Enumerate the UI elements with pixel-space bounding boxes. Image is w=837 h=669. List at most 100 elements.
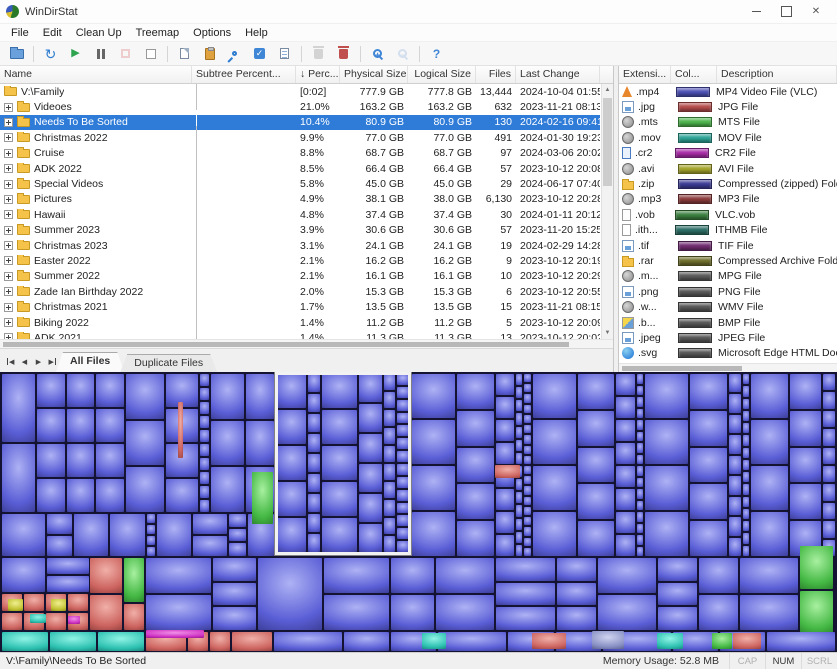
file-row[interactable]: Christmas 20211.7%13.5 GB13.5 GB152023-1… bbox=[0, 299, 600, 314]
treemap-cell[interactable] bbox=[637, 547, 643, 557]
treemap-cell[interactable] bbox=[67, 374, 95, 407]
treemap-cell[interactable] bbox=[616, 374, 634, 395]
treemap-cell[interactable] bbox=[200, 458, 209, 470]
treemap-cell[interactable] bbox=[412, 374, 455, 418]
treemap-cell[interactable] bbox=[210, 632, 230, 651]
extension-horizontal-scrollbar[interactable] bbox=[619, 363, 837, 372]
tab-duplicate-files[interactable]: Duplicate Files bbox=[120, 354, 217, 372]
treemap-cell[interactable] bbox=[645, 512, 688, 556]
treemap-cell[interactable] bbox=[637, 512, 643, 522]
treemap-cell[interactable] bbox=[658, 583, 697, 606]
treemap-cell[interactable] bbox=[516, 387, 522, 398]
expander-icon[interactable] bbox=[4, 180, 13, 189]
treemap-cell[interactable] bbox=[729, 394, 741, 412]
file-row[interactable]: ADK 20228.5%66.4 GB66.4 GB572023-10-12 2… bbox=[0, 161, 600, 176]
extension-row[interactable]: .jpgJPG File bbox=[619, 99, 837, 114]
file-row[interactable]: Easter 20222.1%16.2 GB16.2 GB92023-10-12… bbox=[0, 253, 600, 268]
treemap-cell[interactable] bbox=[516, 400, 522, 411]
treemap-cell[interactable] bbox=[146, 595, 211, 630]
treemap-cell[interactable] bbox=[823, 392, 835, 408]
treemap-cell[interactable] bbox=[767, 632, 835, 651]
treemap-cell[interactable] bbox=[200, 374, 209, 386]
treemap-cell[interactable] bbox=[2, 613, 22, 630]
treemap-cell[interactable] bbox=[516, 532, 522, 543]
expander-icon[interactable] bbox=[4, 256, 13, 265]
treemap-cell[interactable] bbox=[516, 519, 522, 530]
treemap-cell[interactable] bbox=[823, 466, 835, 482]
treemap-cell[interactable] bbox=[524, 405, 530, 413]
treemap-cell[interactable] bbox=[37, 444, 65, 477]
column-header-percent[interactable]: ↓ Perc... bbox=[296, 66, 340, 83]
treemap-cell[interactable] bbox=[823, 374, 835, 390]
treemap-cell[interactable] bbox=[524, 425, 530, 433]
extension-row[interactable]: .ith...ITHMB File bbox=[619, 223, 837, 238]
treemap-cell[interactable] bbox=[578, 521, 615, 556]
treemap-cell[interactable] bbox=[157, 514, 191, 556]
properties-button[interactable]: ✓ bbox=[248, 44, 271, 64]
treemap-cell[interactable] bbox=[823, 521, 835, 537]
treemap-cell[interactable] bbox=[166, 479, 199, 512]
treemap-cell[interactable] bbox=[96, 409, 124, 442]
treemap-cell[interactable] bbox=[743, 386, 749, 396]
treemap-view[interactable] bbox=[0, 372, 837, 652]
treemap-cell[interactable] bbox=[124, 604, 144, 630]
treemap-cell[interactable] bbox=[637, 443, 643, 453]
treemap-cell[interactable] bbox=[532, 633, 566, 649]
expander-icon[interactable] bbox=[4, 241, 13, 250]
treemap-cell[interactable] bbox=[657, 633, 683, 649]
scrollbar-thumb[interactable] bbox=[3, 342, 569, 347]
extension-row[interactable]: .m...MPG File bbox=[619, 269, 837, 284]
file-row[interactable]: Christmas 20233.1%24.1 GB24.1 GB192024-0… bbox=[0, 238, 600, 253]
treemap-cell[interactable] bbox=[637, 455, 643, 465]
treemap-cell[interactable] bbox=[258, 558, 323, 630]
treemap-cell[interactable] bbox=[690, 521, 727, 556]
treemap-cell[interactable] bbox=[2, 444, 35, 512]
treemap-cell[interactable] bbox=[616, 420, 634, 441]
treemap-cell[interactable] bbox=[743, 423, 749, 433]
treemap-cell[interactable] bbox=[637, 432, 643, 442]
treemap-cell[interactable] bbox=[729, 435, 741, 453]
treemap-cell[interactable] bbox=[743, 472, 749, 482]
treemap-cell[interactable] bbox=[690, 374, 727, 409]
expander-icon[interactable] bbox=[4, 195, 13, 204]
extension-row[interactable]: .rarCompressed Archive Folder bbox=[619, 253, 837, 268]
zoom-in-button[interactable]: + bbox=[366, 44, 389, 64]
treemap-cell[interactable] bbox=[790, 374, 821, 409]
treemap-cell[interactable] bbox=[790, 484, 821, 519]
ext-column-header-1[interactable]: Col... bbox=[671, 66, 717, 83]
treemap-cell[interactable] bbox=[743, 509, 749, 519]
treemap-cell[interactable] bbox=[658, 558, 697, 581]
extension-row[interactable]: .svgMicrosoft Edge HTML Docu... bbox=[619, 346, 837, 361]
treemap-cell[interactable] bbox=[743, 497, 749, 507]
treemap-cell[interactable] bbox=[457, 484, 494, 519]
treemap-cell[interactable] bbox=[178, 402, 183, 458]
scroll-up-icon[interactable]: ▲ bbox=[602, 84, 613, 96]
treemap-cell[interactable] bbox=[252, 472, 273, 524]
treemap-cell[interactable] bbox=[743, 460, 749, 470]
treemap-cell[interactable] bbox=[495, 465, 520, 478]
treemap-cell[interactable] bbox=[211, 467, 244, 512]
treemap-cell[interactable] bbox=[200, 486, 209, 498]
treemap-cell[interactable] bbox=[232, 632, 272, 651]
delete-permanently-button[interactable] bbox=[332, 44, 355, 64]
treemap-cell[interactable] bbox=[110, 514, 144, 556]
extension-row[interactable]: .pngPNG File bbox=[619, 284, 837, 299]
treemap-cell[interactable] bbox=[436, 595, 494, 630]
treemap-cell[interactable] bbox=[637, 524, 643, 534]
treemap-cell[interactable] bbox=[740, 595, 798, 630]
extension-row[interactable]: .b...BMP File bbox=[619, 315, 837, 330]
treemap-cell[interactable] bbox=[743, 546, 749, 556]
treemap-cell[interactable] bbox=[496, 489, 514, 510]
treemap-cell[interactable] bbox=[516, 545, 522, 556]
treemap-cell[interactable] bbox=[96, 374, 124, 407]
treemap-cell[interactable] bbox=[2, 632, 48, 651]
treemap-cell[interactable] bbox=[200, 402, 209, 414]
treemap-cell[interactable] bbox=[823, 503, 835, 519]
treemap-cell[interactable] bbox=[729, 497, 741, 515]
treemap-cell[interactable] bbox=[743, 399, 749, 409]
file-row[interactable]: Biking 20221.4%11.2 GB11.2 GB52023-10-12… bbox=[0, 315, 600, 330]
treemap-cell[interactable] bbox=[616, 489, 634, 510]
menu-file[interactable]: File bbox=[4, 26, 36, 40]
scrollbar-thumb[interactable] bbox=[622, 366, 742, 371]
extension-row[interactable]: .movMOV File bbox=[619, 130, 837, 145]
